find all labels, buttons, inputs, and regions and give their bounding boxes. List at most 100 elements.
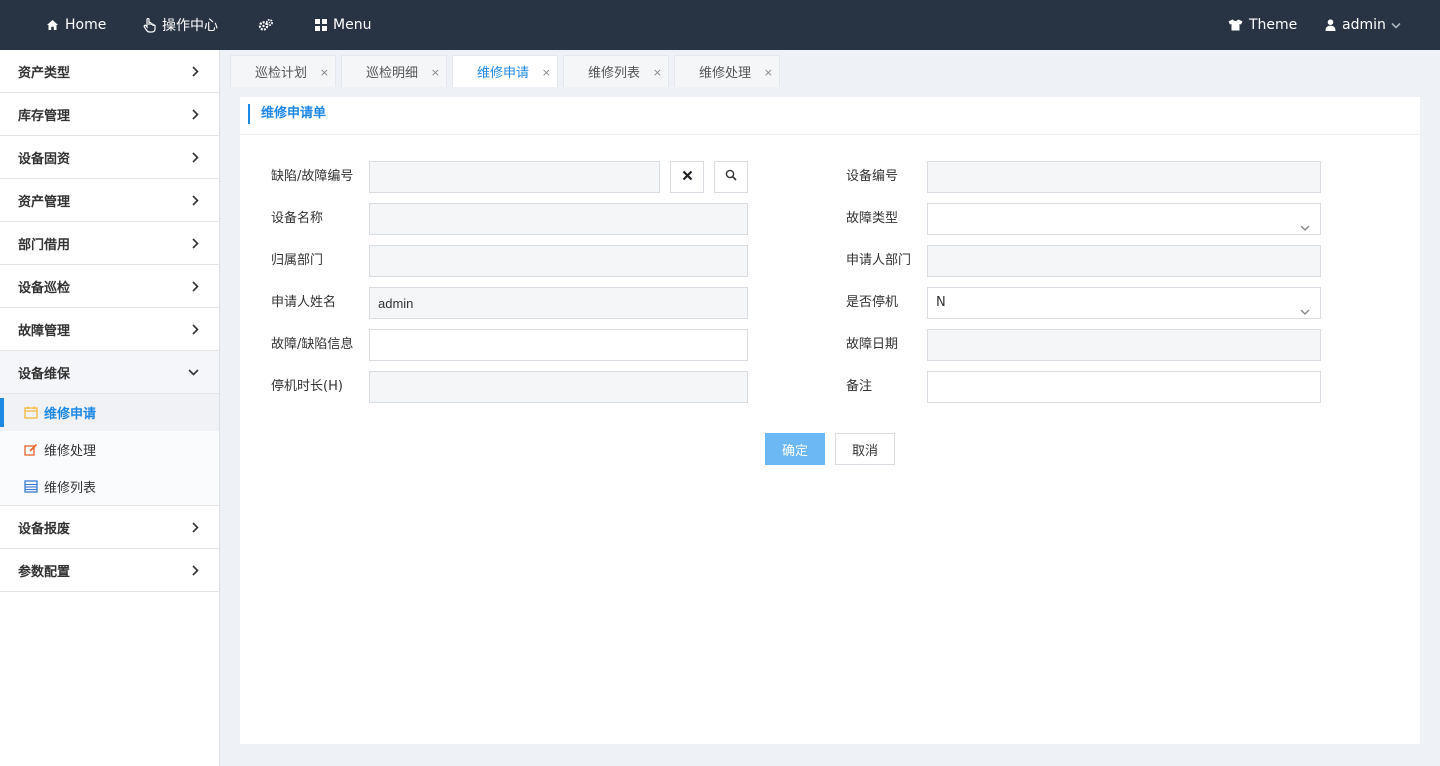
sidebar-item-repair-list[interactable]: 维修列表 bbox=[0, 468, 219, 505]
applicant-name-input[interactable] bbox=[369, 287, 748, 319]
nav-theme[interactable]: Theme bbox=[1228, 0, 1297, 50]
close-icon[interactable]: × bbox=[653, 67, 662, 78]
sidebar-item-label: 维修申请 bbox=[44, 407, 97, 422]
chevron-right-icon bbox=[192, 521, 199, 533]
fault-info-input[interactable] bbox=[369, 329, 748, 361]
grid-icon bbox=[315, 19, 327, 31]
sidebar: 资产类型 库存管理 设备固资 资产管理 部门借用 设备巡检 故障管理 设备维保 … bbox=[0, 50, 220, 766]
nav-menu[interactable]: Menu bbox=[315, 0, 371, 50]
user-icon bbox=[1325, 19, 1336, 31]
tab-label: 巡检明细 bbox=[366, 66, 419, 81]
fault-date-input[interactable] bbox=[927, 329, 1321, 361]
nav-menu-label: Menu bbox=[333, 17, 372, 33]
sidebar-group-label: 资产管理 bbox=[18, 194, 71, 210]
device-name-input[interactable] bbox=[369, 203, 748, 235]
sidebar-item-repair-process[interactable]: 维修处理 bbox=[0, 431, 219, 468]
chevron-right-icon bbox=[192, 323, 199, 335]
sidebar-group-maintenance[interactable]: 设备维保 bbox=[0, 351, 219, 394]
nav-home[interactable]: Home bbox=[46, 0, 106, 50]
defect-no-label: 缺陷/故障编号 bbox=[271, 169, 354, 184]
sidebar-group-inventory[interactable]: 库存管理 bbox=[0, 93, 219, 136]
tab-label: 维修申请 bbox=[477, 66, 530, 81]
applicant-dept-input[interactable] bbox=[927, 245, 1321, 277]
nav-theme-label: Theme bbox=[1249, 17, 1298, 33]
fault-type-label: 故障类型 bbox=[846, 211, 899, 226]
close-icon[interactable]: × bbox=[320, 67, 329, 78]
tshirt-icon bbox=[1228, 19, 1243, 31]
chevron-down-icon bbox=[188, 368, 199, 376]
tab-repair-process[interactable]: 维修处理 × bbox=[674, 55, 780, 87]
chevron-right-icon bbox=[192, 108, 199, 120]
sidebar-group-label: 库存管理 bbox=[18, 108, 71, 124]
remark-label: 备注 bbox=[846, 379, 873, 394]
nav-ops-center[interactable]: 操作中心 bbox=[143, 0, 218, 50]
is-stopped-label: 是否停机 bbox=[846, 295, 899, 310]
sidebar-submenu-maintenance: 维修申请 维修处理 维修列表 bbox=[0, 394, 219, 506]
sidebar-group-inspection[interactable]: 设备巡检 bbox=[0, 265, 219, 308]
edit-icon bbox=[24, 443, 38, 456]
defect-no-input[interactable] bbox=[369, 161, 660, 193]
search-button[interactable] bbox=[714, 161, 748, 193]
sidebar-item-repair-request[interactable]: 维修申请 bbox=[0, 394, 219, 431]
cancel-button[interactable]: 取消 bbox=[835, 433, 895, 465]
sidebar-group-label: 设备报废 bbox=[18, 521, 71, 537]
is-stopped-select[interactable]: N bbox=[927, 287, 1321, 319]
is-stopped-value: N bbox=[936, 295, 946, 310]
fault-date-label: 故障日期 bbox=[846, 337, 899, 352]
downtime-label: 停机时长(H) bbox=[271, 379, 343, 394]
user-menu[interactable]: admin bbox=[1325, 0, 1401, 50]
sidebar-group-dept-borrow[interactable]: 部门借用 bbox=[0, 222, 219, 265]
close-icon[interactable]: × bbox=[764, 67, 773, 78]
sidebar-group-asset-management[interactable]: 资产管理 bbox=[0, 179, 219, 222]
applicant-name-label: 申请人姓名 bbox=[271, 295, 337, 310]
panel-title: 维修申请单 bbox=[248, 104, 326, 124]
panel-header: 维修申请单 bbox=[240, 97, 1420, 135]
sidebar-group-asset-type[interactable]: 资产类型 bbox=[0, 50, 219, 93]
fault-type-select[interactable] bbox=[927, 203, 1321, 235]
chevron-right-icon bbox=[192, 564, 199, 576]
device-no-input[interactable] bbox=[927, 161, 1321, 193]
device-name-label: 设备名称 bbox=[271, 211, 324, 226]
sidebar-group-label: 资产类型 bbox=[18, 65, 71, 81]
clear-button[interactable] bbox=[670, 161, 704, 193]
sidebar-group-scrap[interactable]: 设备报废 bbox=[0, 506, 219, 549]
chevron-right-icon bbox=[192, 237, 199, 249]
dept-input[interactable] bbox=[369, 245, 748, 277]
search-icon bbox=[725, 169, 737, 185]
sidebar-group-label: 故障管理 bbox=[18, 323, 71, 339]
device-no-label: 设备编号 bbox=[846, 169, 899, 184]
chevron-right-icon bbox=[192, 194, 199, 206]
sidebar-group-label: 设备固资 bbox=[18, 151, 71, 167]
sidebar-group-params[interactable]: 参数配置 bbox=[0, 549, 219, 592]
user-name: admin bbox=[1342, 17, 1386, 33]
downtime-input[interactable] bbox=[369, 371, 748, 403]
close-icon[interactable]: × bbox=[542, 67, 551, 78]
tab-repair-request[interactable]: 维修申请 × bbox=[452, 55, 558, 87]
tab-label: 巡检计划 bbox=[255, 66, 308, 81]
gears-icon bbox=[258, 18, 274, 32]
home-icon bbox=[46, 19, 59, 31]
nav-settings[interactable] bbox=[258, 0, 280, 50]
repair-request-panel: 维修申请单 缺陷/故障编号 设备名称 归属部门 申请人姓名 故障/缺陷信息 停机… bbox=[240, 97, 1420, 744]
dept-label: 归属部门 bbox=[271, 253, 324, 268]
sidebar-group-label: 设备维保 bbox=[18, 366, 71, 382]
sidebar-group-label: 设备巡检 bbox=[18, 280, 71, 296]
tab-inspection-detail[interactable]: 巡检明细 × bbox=[341, 55, 447, 87]
sidebar-group-label: 参数配置 bbox=[18, 564, 71, 580]
sidebar-group-fault[interactable]: 故障管理 bbox=[0, 308, 219, 351]
close-icon[interactable]: × bbox=[431, 67, 440, 78]
close-icon bbox=[682, 170, 693, 185]
tab-inspection-plan[interactable]: 巡检计划 × bbox=[230, 55, 336, 87]
list-icon bbox=[24, 480, 38, 493]
nav-ops-center-label: 操作中心 bbox=[162, 18, 218, 34]
confirm-button[interactable]: 确定 bbox=[765, 433, 825, 465]
chevron-right-icon bbox=[192, 65, 199, 77]
sidebar-item-label: 维修处理 bbox=[44, 444, 97, 459]
sidebar-group-fixed-assets[interactable]: 设备固资 bbox=[0, 136, 219, 179]
chevron-down-icon bbox=[1391, 22, 1401, 29]
chevron-right-icon bbox=[192, 280, 199, 292]
calendar-icon bbox=[24, 406, 38, 419]
nav-home-label: Home bbox=[65, 17, 107, 33]
tab-repair-list[interactable]: 维修列表 × bbox=[563, 55, 669, 87]
remark-input[interactable] bbox=[927, 371, 1321, 403]
